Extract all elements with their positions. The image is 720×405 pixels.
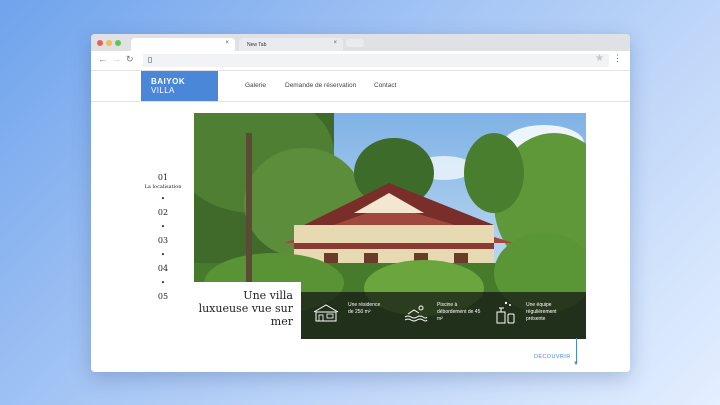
tab-active[interactable]: × [131, 38, 235, 51]
page-icon [148, 57, 152, 63]
site-logo[interactable]: BAIYOK VILLA [141, 71, 218, 101]
tab-bar: × New Tab × [91, 34, 630, 51]
step-separator: • [160, 279, 166, 287]
web-page: BAIYOK VILLA Galerie Demande de réservat… [91, 71, 630, 372]
features-bar: Une résidence de 250 m² Piscine à débord… [301, 292, 586, 339]
step-number[interactable]: 02 [139, 208, 187, 218]
step-separator: • [160, 251, 166, 259]
logo-subtitle: VILLA [151, 86, 175, 95]
slide-steps: 01 La localisation • 02 • 03 • 04 • 05 [139, 173, 187, 302]
close-tab-icon[interactable]: × [333, 40, 337, 46]
step-number[interactable]: 01 [139, 173, 187, 183]
feature-pool: Piscine à débordement de 45 m² [437, 302, 481, 322]
browser-menu-icon[interactable]: ⋮ [613, 53, 622, 63]
nav-link-galerie[interactable]: Galerie [245, 82, 266, 89]
step-label: La localisation [144, 184, 182, 190]
cleaning-icon [496, 301, 515, 324]
forward-arrow-icon[interactable]: → [112, 54, 121, 64]
address-bar[interactable]: ★ [143, 53, 609, 67]
close-tab-icon[interactable]: × [225, 40, 229, 46]
pool-swimmer-icon [404, 305, 428, 322]
browser-window: × New Tab × ← → ↻ ★ ⋮ BAIYOK VILLA Galer… [91, 34, 630, 372]
tab-new-tab[interactable]: New Tab × [239, 38, 343, 51]
hero-caption: Une villa luxueuse vue sur mer [194, 282, 301, 339]
new-tab-button[interactable] [346, 39, 364, 47]
site-header: BAIYOK VILLA Galerie Demande de réservat… [91, 71, 630, 102]
step-number[interactable]: 05 [139, 292, 187, 302]
maximize-window-dot[interactable] [115, 40, 121, 46]
tab-title: New Tab [247, 42, 267, 48]
bookmark-star-icon[interactable]: ★ [595, 53, 604, 64]
discover-link[interactable]: DÉCOUVRIR [534, 354, 571, 360]
feature-staff: Une équipe régulièrement présente [526, 302, 557, 322]
nav-link-reservation[interactable]: Demande de réservation [285, 82, 356, 89]
close-window-dot[interactable] [97, 40, 103, 46]
arrow-down-icon[interactable]: ▼ [573, 361, 579, 367]
step-separator: • [160, 195, 166, 203]
feature-surface: Une résidence de 250 m² [348, 302, 381, 315]
nav-link-contact[interactable]: Contact [374, 82, 396, 89]
house-icon [313, 304, 339, 322]
reload-icon[interactable]: ↻ [126, 54, 134, 65]
logo-title: BAIYOK [151, 77, 186, 86]
back-arrow-icon[interactable]: ← [98, 54, 107, 64]
minimize-window-dot[interactable] [106, 40, 112, 46]
step-number[interactable]: 04 [139, 264, 187, 274]
step-number[interactable]: 03 [139, 236, 187, 246]
step-separator: • [160, 223, 166, 231]
browser-toolbar: ← → ↻ ★ ⋮ [91, 51, 630, 71]
